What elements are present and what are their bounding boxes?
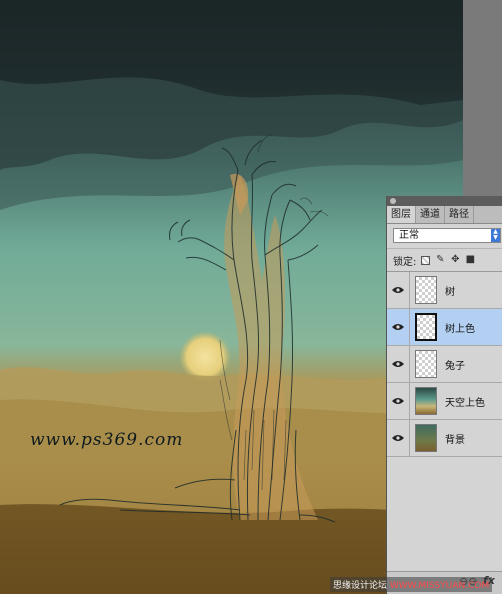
watermark-text: www.ps369.com [30,430,184,450]
layer-name: 背景 [445,434,465,446]
layer-name: 树 [445,286,455,298]
layer-thumbnail [415,350,437,378]
visibility-toggle[interactable] [387,309,410,345]
close-icon[interactable] [390,198,396,204]
layer-row[interactable]: 兔子 [387,346,502,383]
layer-row[interactable]: 树 [387,272,502,309]
panel-titlebar[interactable] [387,196,502,206]
layer-name: 兔子 [445,360,465,372]
layer-name: 天空上色 [445,397,485,409]
layer-row[interactable]: 背景 [387,420,502,457]
blend-mode-value: 正常 [399,230,419,241]
tab-channels[interactable]: 通道 [416,206,445,223]
eye-icon [392,361,404,367]
lock-all-icon[interactable]: ■ [465,255,475,265]
layer-name: 树上色 [445,323,475,335]
blend-mode-select[interactable]: 正常 ▲ ▼ [393,228,501,243]
eye-icon [392,398,404,404]
layer-thumbnail [415,387,437,415]
lock-brush-icon[interactable]: ✎ [435,255,445,265]
credit-site-name: 思缘设计论坛 [333,581,390,591]
blend-mode-row: 正常 ▲ ▼ [387,224,502,249]
tab-layers[interactable]: 图层 [387,206,416,223]
layer-row[interactable]: 天空上色 [387,383,502,420]
layer-thumbnail [415,424,437,452]
visibility-toggle[interactable] [387,383,410,419]
credit-url: WWW.MISSYUAN.COM [389,581,490,591]
select-arrows-icon: ▲ ▼ [491,229,500,242]
visibility-toggle[interactable] [387,272,410,308]
layer-thumbnail [415,276,437,304]
lock-label: 锁定: [393,256,417,268]
panel-tabs: 图层 通道 路径 [387,206,502,224]
layer-thumbnail [415,313,437,341]
layers-panel: 图层 通道 路径 正常 ▲ ▼ 锁定: ✎ ✥ ■ 树 树上色 兔子 天空上色 … [386,196,502,594]
tab-paths[interactable]: 路径 [445,206,474,223]
eye-icon [392,435,404,441]
footer-credit: 思缘设计论坛 WWW.MISSYUAN.COM [330,577,493,592]
lock-move-icon[interactable]: ✥ [450,255,460,265]
layer-list: 树 树上色 兔子 天空上色 背景 [387,272,502,457]
layer-row-selected[interactable]: 树上色 [387,309,502,346]
lock-row: 锁定: ✎ ✥ ■ [387,249,502,272]
visibility-toggle[interactable] [387,420,410,456]
visibility-toggle[interactable] [387,346,410,382]
eye-icon [392,324,404,330]
lock-transparent-icon[interactable] [421,255,431,265]
eye-icon [392,287,404,293]
